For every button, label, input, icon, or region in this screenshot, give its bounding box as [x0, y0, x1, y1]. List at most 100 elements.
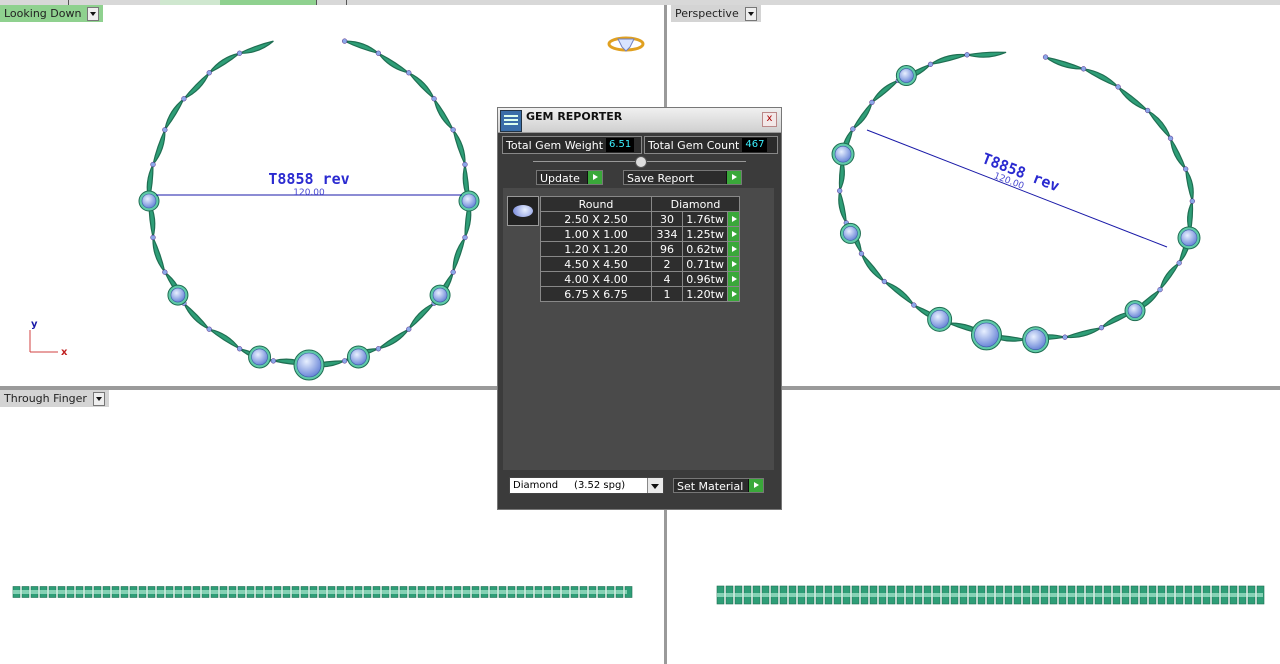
center-gem — [350, 348, 367, 366]
round-gem-icon[interactable] — [507, 196, 539, 226]
select-row-arrow-icon[interactable] — [727, 211, 740, 227]
necklace-link — [1185, 168, 1194, 204]
gem-stone — [462, 234, 468, 241]
table-row[interactable]: 4.00 X 4.00 4 0.96tw — [540, 271, 740, 287]
table-row[interactable]: 4.50 X 4.50 2 0.71tw — [540, 256, 740, 272]
gem-stone — [1145, 107, 1151, 114]
center-gem — [899, 68, 914, 83]
select-row-arrow-icon[interactable] — [727, 256, 740, 272]
gem-stone — [1157, 287, 1163, 293]
set-material-button[interactable]: Set Material — [673, 478, 764, 493]
header-material: Diamond — [651, 196, 740, 212]
necklace-link — [838, 188, 847, 224]
total-weight-label: Total Gem Weight — [506, 138, 604, 152]
gem-stone — [162, 269, 168, 275]
table-row[interactable]: 1.20 X 1.20 96 0.62tw — [540, 241, 740, 257]
necklace-link — [408, 72, 435, 100]
chevron-down-icon[interactable] — [647, 478, 663, 493]
necklace-link — [1117, 86, 1149, 112]
dialog-titlebar[interactable]: GEM REPORTER x — [498, 108, 781, 133]
necklace-link — [152, 237, 166, 273]
gem-stone — [1189, 198, 1195, 204]
table-row[interactable]: 6.75 X 6.75 1 1.20tw — [540, 286, 740, 302]
gem-stone — [206, 70, 212, 76]
select-row-arrow-icon[interactable] — [727, 286, 740, 302]
gem-count: 96 — [651, 241, 683, 257]
necklace-link — [930, 53, 968, 65]
total-weight-value: 6.51 — [606, 138, 635, 152]
size-slider-handle[interactable] — [635, 156, 647, 168]
ring-icon[interactable] — [607, 36, 645, 52]
gem-count: 334 — [651, 226, 683, 242]
gem-stone — [375, 346, 382, 352]
gem-size: 1.20 X 1.20 — [540, 241, 652, 257]
gem-stone — [1080, 66, 1087, 72]
necklace-links — [831, 51, 1201, 354]
total-gem-weight: Total Gem Weight 6.51 — [502, 136, 642, 154]
necklace-link — [208, 52, 240, 74]
center-gem — [141, 193, 157, 209]
select-row-arrow-icon[interactable] — [727, 226, 740, 242]
annotation-name: T8858 rev — [268, 170, 349, 188]
gem-carat: 1.76tw — [682, 211, 728, 227]
gem-carat: 1.25tw — [682, 226, 728, 242]
gem-stone — [342, 38, 348, 44]
material-select[interactable]: Diamond (3.52 spg) — [509, 477, 664, 494]
gem-stone — [150, 161, 156, 168]
gem-stone — [450, 127, 456, 133]
necklace-link — [183, 302, 210, 330]
necklace-link — [883, 280, 915, 306]
necklace-link — [152, 129, 166, 165]
gem-stone — [1183, 166, 1189, 172]
side-highlight — [717, 593, 1263, 597]
gem-carat: 0.62tw — [682, 241, 728, 257]
axis-y-label: y — [31, 319, 38, 330]
total-count-value: 467 — [742, 138, 768, 152]
gem-stone — [375, 50, 382, 56]
necklace-link — [860, 253, 885, 283]
necklace-links — [138, 38, 480, 381]
necklace-link — [1083, 68, 1119, 88]
update-button[interactable]: Update — [536, 170, 603, 185]
gem-stone — [1042, 54, 1049, 60]
select-row-arrow-icon[interactable] — [727, 241, 740, 257]
select-row-arrow-icon[interactable] — [727, 271, 740, 287]
necklace-link — [966, 51, 1007, 58]
necklace-link — [1169, 138, 1188, 172]
center-gem — [1127, 303, 1143, 318]
gem-stone — [964, 52, 970, 58]
save-report-button-label: Save Report — [627, 172, 694, 185]
gem-stone — [236, 50, 243, 56]
header-shape: Round — [540, 196, 652, 212]
gem-stone — [162, 127, 168, 133]
gem-stone — [236, 346, 243, 352]
total-count-label: Total Gem Count — [648, 138, 740, 152]
necklace-link — [452, 237, 466, 273]
gem-stone — [927, 61, 934, 67]
gem-stone — [406, 326, 412, 332]
necklace-link — [1147, 109, 1172, 139]
save-report-button[interactable]: Save Report — [623, 170, 742, 185]
necklace-link — [377, 52, 410, 74]
gem-stone — [911, 302, 917, 308]
table-row[interactable]: 2.50 X 2.50 30 1.76tw — [540, 211, 740, 227]
necklace-link — [452, 129, 466, 165]
gem-size: 2.50 X 2.50 — [540, 211, 652, 227]
necklace-link — [164, 98, 185, 131]
gem-stone — [1062, 334, 1068, 340]
side-highlight — [13, 590, 627, 594]
gem-stone — [837, 188, 843, 194]
necklace-link — [344, 40, 379, 54]
close-button[interactable]: x — [762, 112, 777, 127]
gem-size: 4.00 X 4.00 — [540, 271, 652, 287]
gem-stone — [406, 70, 412, 76]
update-button-label: Update — [540, 172, 580, 185]
gem-carat: 1.20tw — [682, 286, 728, 302]
necklace-link — [433, 98, 454, 131]
necklace-link — [1045, 56, 1084, 70]
play-arrow-icon — [748, 479, 763, 492]
gem-stone — [1176, 260, 1182, 266]
axis-x-label: x — [61, 347, 68, 358]
gem-list-panel: Round Diamond 2.50 X 2.50 30 1.76tw 1.00 X … — [503, 188, 774, 470]
table-row[interactable]: 1.00 X 1.00 334 1.25tw — [540, 226, 740, 242]
